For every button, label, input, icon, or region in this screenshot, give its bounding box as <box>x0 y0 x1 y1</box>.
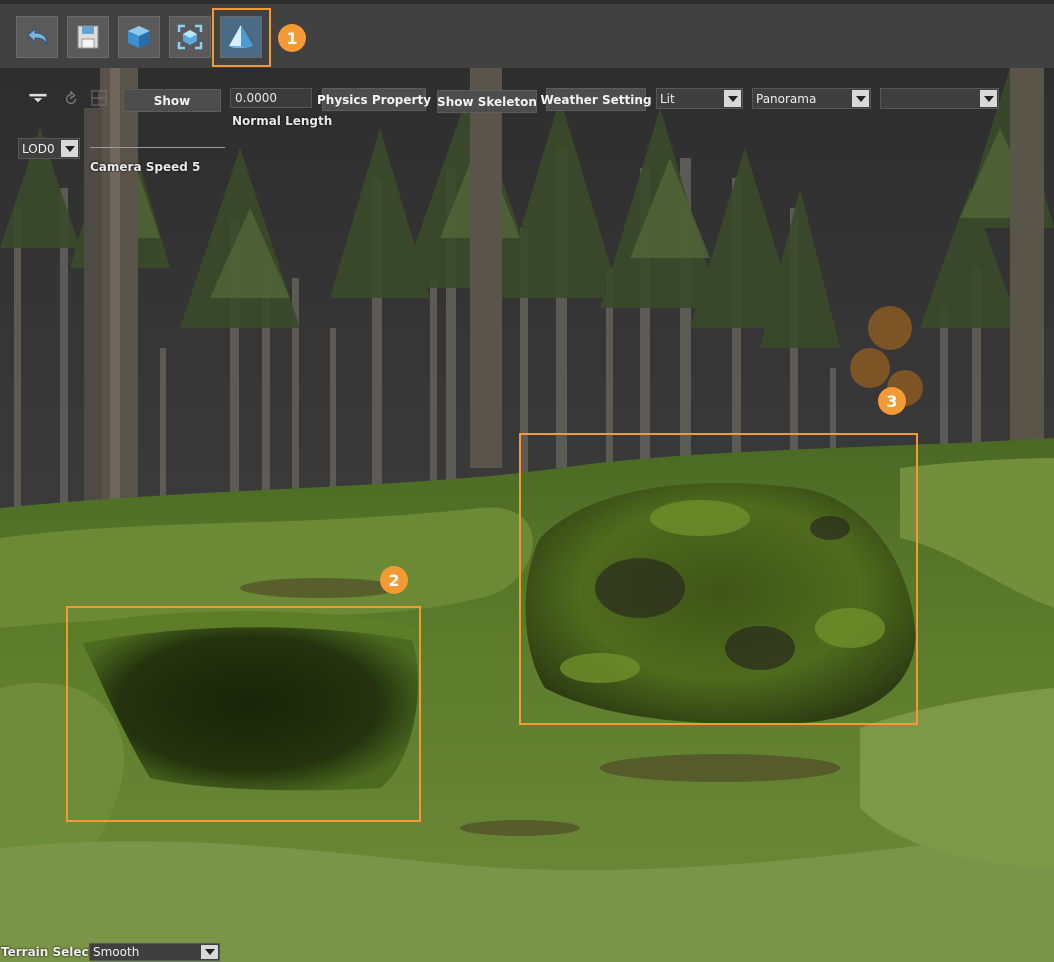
chevron-down-icon <box>980 90 997 107</box>
lod-value: LOD0 <box>22 141 55 156</box>
grid-icon[interactable] <box>90 89 108 107</box>
callout-badge-1: 1 <box>278 24 306 52</box>
pit-highlight <box>66 606 421 822</box>
save-button[interactable] <box>67 16 109 58</box>
focus-icon <box>177 24 203 50</box>
dropdown-menu-icon[interactable] <box>26 90 50 108</box>
chevron-down-icon <box>852 90 869 107</box>
extra-dropdown[interactable] <box>880 88 999 109</box>
chevron-down-icon <box>61 140 78 157</box>
physics-property-button[interactable]: Physics Property <box>317 88 431 111</box>
camera-speed-label: Camera Speed 5 <box>90 160 201 174</box>
undo-button[interactable] <box>16 16 58 58</box>
lod-dropdown[interactable]: LOD0 <box>18 138 80 159</box>
chevron-down-icon <box>201 945 218 959</box>
show-button[interactable]: Show <box>123 89 221 112</box>
show-skeleton-button[interactable]: Show Skeleton <box>437 90 537 113</box>
undo-icon <box>27 27 48 46</box>
chevron-down-icon <box>724 90 741 107</box>
background-dropdown[interactable]: Panorama <box>752 88 871 109</box>
rock-highlight <box>519 433 918 725</box>
normal-length-label: Normal Length <box>232 114 333 128</box>
terrain-select-dropdown[interactable]: Smooth <box>89 943 220 961</box>
terrain-select-label: Terrain Select: <box>1 945 100 959</box>
save-icon <box>77 25 99 49</box>
view-mode-value: Lit <box>660 91 675 106</box>
toolbar-highlight <box>212 8 271 67</box>
terrain-select-value: Smooth <box>93 945 140 959</box>
main-toolbar: 1 <box>0 0 1054 68</box>
camera-speed-slider[interactable] <box>90 147 225 148</box>
normal-length-input[interactable]: 0.0000 <box>230 88 312 108</box>
weather-setting-button[interactable]: Weather Setting <box>540 88 652 111</box>
callout-badge-3: 3 <box>878 387 906 415</box>
refresh-icon[interactable] <box>62 90 80 108</box>
focus-button[interactable] <box>169 16 211 58</box>
background-value: Panorama <box>756 91 817 106</box>
callout-badge-2: 2 <box>380 566 408 594</box>
cube-button[interactable] <box>118 16 160 58</box>
view-mode-dropdown[interactable]: Lit <box>656 88 743 109</box>
cube-icon <box>128 26 150 48</box>
scene-viewport[interactable]: 2 3 Show 0.0000 Normal Length Physics Pr… <box>0 68 1054 962</box>
